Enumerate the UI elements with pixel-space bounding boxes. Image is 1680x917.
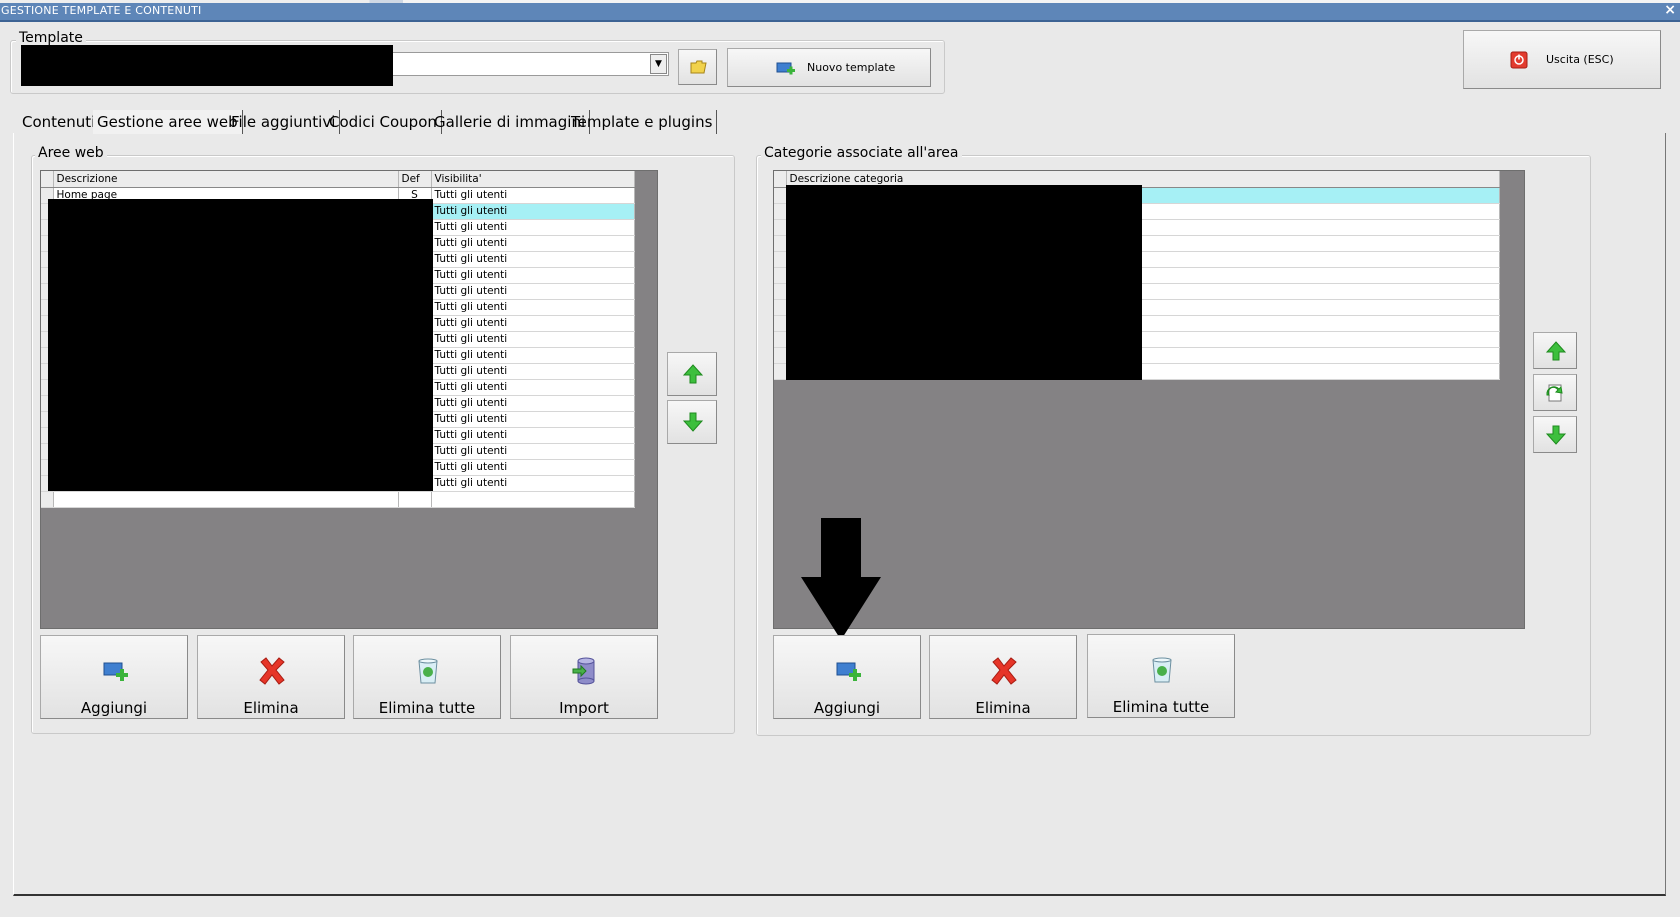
- tab-contenuti[interactable]: Contenuti: [18, 110, 101, 134]
- new-template-label: Nuovo template: [807, 61, 896, 74]
- categorie-legend: Categorie associate all'area: [761, 145, 962, 161]
- exit-label: Uscita (ESC): [1546, 53, 1614, 66]
- categorie-delete-label: Elimina: [975, 699, 1031, 717]
- recycle-bin-icon: [418, 658, 438, 684]
- delete-x-icon: [991, 657, 1017, 685]
- title-bar-strip: [0, 0, 1680, 3]
- row-visibility: Tutti gli utenti: [431, 363, 635, 380]
- chevron-down-icon[interactable]: ▼: [650, 54, 667, 74]
- row-visibility: Tutti gli utenti: [431, 219, 635, 236]
- row-visibility: Tutti gli utenti: [431, 235, 635, 252]
- row-visibility: Tutti gli utenti: [431, 427, 635, 444]
- tab-gestione-aree-web[interactable]: Gestione aree web: [93, 110, 243, 134]
- column-header-def[interactable]: Def: [398, 171, 432, 188]
- row-visibility: Tutti gli utenti: [431, 267, 635, 284]
- arrow-down-icon: [683, 412, 703, 432]
- row-visibility: Tutti gli utenti: [431, 299, 635, 316]
- delete-x-icon: [259, 657, 285, 685]
- row-visibility: Tutti gli utenti: [431, 251, 635, 268]
- column-header-visibilita[interactable]: Visibilita': [431, 171, 635, 188]
- aree-import-label: Import: [559, 699, 609, 717]
- column-header-descrizione[interactable]: Descrizione: [53, 171, 399, 188]
- document-refresh-icon: [1546, 384, 1563, 402]
- redacted-block: [48, 199, 433, 491]
- category-move-up-button[interactable]: [1533, 332, 1577, 369]
- categorie-grid[interactable]: Descrizione categoria i: [773, 170, 1525, 629]
- row-visibility: Tutti gli utenti: [431, 379, 635, 396]
- row-visibility: Tutti gli utenti: [431, 411, 635, 428]
- row-visibility: Tutti gli utenti: [431, 331, 635, 348]
- title-bar: GESTIONE TEMPLATE E CONTENUTI ×: [0, 0, 1680, 22]
- power-icon: [1510, 51, 1528, 69]
- categorie-add-label: Aggiungi: [813, 699, 881, 717]
- aree-import-button[interactable]: Import: [510, 635, 658, 719]
- move-up-button[interactable]: [667, 352, 717, 396]
- row-visibility: Tutti gli utenti: [431, 443, 635, 460]
- row-visibility: Tutti gli utenti: [431, 475, 635, 492]
- row-visibility: Tutti gli utenti: [431, 395, 635, 412]
- table-row-empty[interactable]: [41, 491, 635, 508]
- tab-codici-coupon[interactable]: Codici Coupon: [325, 110, 442, 134]
- database-import-icon: [572, 657, 595, 685]
- add-monitor-icon: [103, 662, 128, 681]
- aree-delete-all-label: Elimina tutte: [378, 699, 476, 717]
- row-visibility: Tutti gli utenti: [431, 315, 635, 332]
- template-legend: Template: [16, 30, 86, 46]
- add-monitor-icon: [776, 62, 795, 75]
- arrow-down-icon: [801, 518, 881, 640]
- categorie-delete-button[interactable]: Elimina: [929, 635, 1077, 719]
- aree-delete-label: Elimina: [243, 699, 299, 717]
- category-move-down-button[interactable]: [1533, 416, 1577, 453]
- tab-template-plugins[interactable]: Template e plugins: [567, 110, 718, 134]
- recycle-bin-icon: [1152, 657, 1172, 683]
- row-visibility: Tutti gli utenti: [431, 283, 635, 300]
- row-visibility: Tutti gli utenti: [431, 459, 635, 476]
- close-icon[interactable]: ×: [1664, 2, 1676, 18]
- row-visibility: Tutti gli utenti: [431, 203, 635, 220]
- categorie-delete-all-label: Elimina tutte: [1112, 698, 1210, 716]
- window-title: GESTIONE TEMPLATE E CONTENUTI: [1, 4, 202, 17]
- categorie-add-button[interactable]: Aggiungi: [773, 635, 921, 719]
- exit-button[interactable]: Uscita (ESC): [1463, 30, 1661, 89]
- tab-file-aggiuntivi[interactable]: File aggiuntivi: [227, 110, 341, 134]
- aree-web-legend: Aree web: [35, 145, 107, 161]
- aree-web-grid[interactable]: Descrizione Def Visibilita' Home page S …: [40, 170, 658, 629]
- category-refresh-button[interactable]: [1533, 374, 1577, 411]
- redacted-block: [786, 185, 1142, 380]
- new-template-button[interactable]: Nuovo template: [727, 48, 931, 87]
- arrow-up-icon: [683, 364, 703, 384]
- move-down-button[interactable]: [667, 400, 717, 444]
- aree-add-label: Aggiungi: [80, 699, 148, 717]
- open-folder-button[interactable]: [678, 49, 717, 85]
- folder-icon: [690, 60, 707, 74]
- row-visibility: Tutti gli utenti: [431, 187, 635, 204]
- add-monitor-icon: [836, 662, 861, 681]
- arrow-up-icon: [1546, 341, 1566, 361]
- row-visibility: Tutti gli utenti: [431, 347, 635, 364]
- aree-add-button[interactable]: Aggiungi: [40, 635, 188, 719]
- aree-delete-all-button[interactable]: Elimina tutte: [353, 635, 501, 719]
- aree-delete-button[interactable]: Elimina: [197, 635, 345, 719]
- redacted-block: [21, 45, 393, 86]
- categorie-delete-all-button[interactable]: Elimina tutte: [1087, 634, 1235, 718]
- arrow-down-icon: [1546, 425, 1566, 445]
